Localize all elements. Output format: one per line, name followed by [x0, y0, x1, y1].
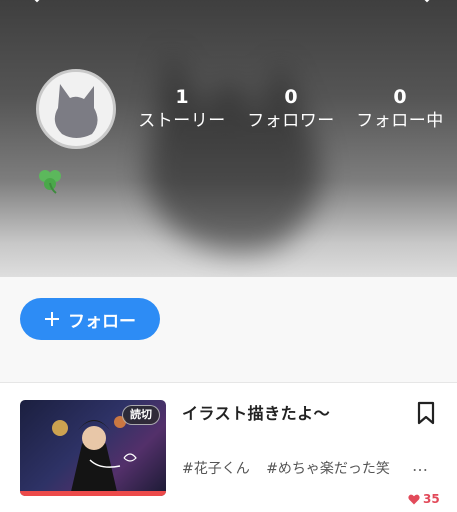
stat-following[interactable]: 0 フォロー中	[353, 86, 447, 134]
follow-button[interactable]: フォロー	[20, 298, 160, 340]
story-tags: #花子くん #めちゃ楽だった笑	[182, 458, 402, 478]
stat-stories-count: 1	[175, 86, 189, 108]
menu-chevron-icon[interactable]	[420, 0, 434, 4]
bookmark-icon[interactable]	[415, 401, 437, 425]
thumbnail-accent-bar	[20, 491, 166, 496]
stat-followers-count: 0	[284, 86, 298, 108]
story-card[interactable]: 読切 イラスト描きたよ〜 #花子くん #めちゃ楽だった笑 … 35	[0, 383, 457, 512]
stat-stories[interactable]: 1 ストーリー	[132, 86, 232, 134]
stat-stories-label: ストーリー	[138, 111, 226, 131]
follow-section: フォロー	[0, 277, 457, 382]
stat-following-count: 0	[393, 86, 407, 108]
like-count-value: 35	[423, 492, 440, 506]
more-options-icon[interactable]: …	[412, 456, 429, 475]
story-title[interactable]: イラスト描きたよ〜	[182, 400, 330, 424]
stat-followers-label: フォロワー	[247, 111, 335, 131]
story-tag[interactable]: #花子くん	[182, 461, 250, 477]
clover-icon	[39, 170, 61, 194]
back-chevron-icon[interactable]	[30, 0, 44, 4]
cat-avatar-icon	[54, 84, 98, 138]
plus-icon	[45, 312, 59, 326]
stat-following-label: フォロー中	[356, 111, 444, 131]
stat-followers[interactable]: 0 フォロワー	[243, 86, 339, 134]
profile-header: 1 ストーリー 0 フォロワー 0 フォロー中	[0, 0, 457, 277]
oneshot-badge: 読切	[122, 405, 160, 425]
story-tag[interactable]: #めちゃ楽だった笑	[266, 461, 390, 477]
like-count: 35	[408, 492, 440, 506]
follow-button-label: フォロー	[68, 311, 136, 332]
blurred-cat-background	[146, 50, 320, 253]
story-thumbnail[interactable]: 読切	[20, 400, 166, 496]
heart-icon	[408, 494, 420, 504]
avatar[interactable]	[36, 69, 116, 149]
